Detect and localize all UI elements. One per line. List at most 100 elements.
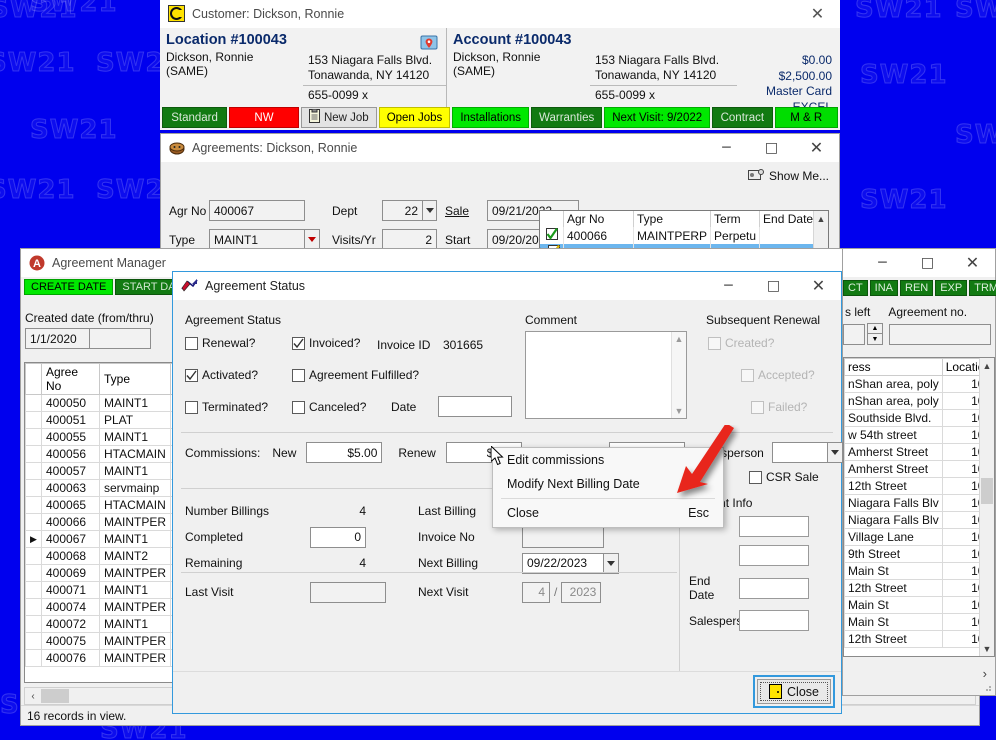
spinner-up-icon[interactable]: ▲ xyxy=(867,323,883,334)
next-billing-dropdown-arrow[interactable] xyxy=(604,552,619,574)
new-job-button[interactable]: New Job xyxy=(300,107,377,128)
completed-input[interactable]: 0 xyxy=(310,526,366,548)
agreements-close-button[interactable]: ✕ xyxy=(794,134,839,161)
spinner-down-icon[interactable]: ▼ xyxy=(867,334,883,345)
tab-warranties[interactable]: Warranties xyxy=(531,107,603,128)
visits-per-year-input[interactable]: 2 xyxy=(382,229,437,250)
activated-checkbox-row[interactable]: Activated? xyxy=(185,368,258,382)
table-row[interactable]: Niagara Falls Blv100 xyxy=(844,511,994,529)
tab-open-jobs[interactable]: Open Jobs xyxy=(378,107,451,128)
canceled-checkbox[interactable] xyxy=(292,400,305,414)
table-row[interactable]: w 54th street100 xyxy=(844,426,994,444)
table-row[interactable]: 12th Street100 xyxy=(844,630,994,648)
show-me-button[interactable]: Show Me... xyxy=(747,168,829,184)
type-dropdown-arrow[interactable] xyxy=(305,229,320,250)
terminated-checkbox[interactable] xyxy=(185,400,198,414)
renewal-checkbox-row[interactable]: Renewal? xyxy=(185,336,255,350)
table-row[interactable]: 12th Street100 xyxy=(844,579,994,597)
table-row[interactable]: Southside Blvd.100 xyxy=(844,409,994,427)
salesperson-input[interactable] xyxy=(771,442,828,463)
type-input[interactable]: MAINT1 xyxy=(209,229,305,250)
tab-next-visit[interactable]: Next Visit: 9/2022 xyxy=(604,107,711,128)
scroll-up-icon[interactable]: ▲ xyxy=(980,358,994,373)
scroll-thumb[interactable] xyxy=(981,478,993,504)
dept-dropdown-arrow[interactable] xyxy=(423,200,437,221)
table-row[interactable]: Village Lane100 xyxy=(844,528,994,546)
agreement-info-field-2[interactable] xyxy=(739,545,809,566)
created-date-from-input[interactable]: 1/1/2020 xyxy=(25,328,90,349)
table-row[interactable]: 9th Street100 xyxy=(844,545,994,563)
scroll-left-icon[interactable]: ‹ xyxy=(25,691,41,702)
date-input[interactable] xyxy=(438,396,512,417)
agreement-info-field-1[interactable] xyxy=(739,516,809,537)
invoiced-checkbox-row[interactable]: Invoiced? xyxy=(292,336,360,350)
scroll-up-icon[interactable]: ▲ xyxy=(675,334,684,344)
created-date-thru-input[interactable] xyxy=(89,328,151,349)
scroll-right-icon[interactable]: › xyxy=(983,666,987,681)
menu-item-edit-commissions[interactable]: Edit commissions xyxy=(493,448,723,472)
agreement-list-grid[interactable]: ress Location nShan area, poly100nShan a… xyxy=(843,357,995,657)
tab-exp[interactable]: EXP xyxy=(935,280,968,296)
table-row[interactable]: Main St100 xyxy=(844,613,994,631)
table-row[interactable]: Amherst Street100 xyxy=(844,443,994,461)
agreement-list-scrollbar[interactable]: ▲ ▼ xyxy=(979,358,994,656)
agreement-list-titlebar[interactable]: ─ □ ✕ xyxy=(843,249,995,277)
customer-tab-row[interactable]: Standard NW New Job Open Jobs Installati… xyxy=(160,107,840,128)
tab-installations[interactable]: Installations xyxy=(452,107,530,128)
agreement-list-close-button[interactable]: ✕ xyxy=(950,249,995,276)
new-commission-input[interactable]: $5.00 xyxy=(306,442,383,463)
agreement-no-input[interactable] xyxy=(889,323,991,345)
table-row[interactable]: Main St100 xyxy=(844,562,994,580)
scroll-up-icon[interactable]: ▲ xyxy=(814,211,828,226)
agreements-minimize-button[interactable]: ─ xyxy=(704,134,749,161)
info-end-date-input[interactable] xyxy=(739,577,809,599)
tab-ren[interactable]: REN xyxy=(900,280,934,296)
table-row[interactable]: Amherst Street100 xyxy=(844,460,994,478)
salesperson-dropdown-arrow[interactable] xyxy=(827,442,843,463)
scroll-down-icon[interactable]: ▼ xyxy=(980,641,994,656)
activated-checkbox[interactable] xyxy=(185,368,198,382)
table-row[interactable]: Niagara Falls Blv100 xyxy=(844,494,994,512)
tab-standard[interactable]: Standard xyxy=(162,107,228,128)
customer-close-button[interactable]: ✕ xyxy=(795,0,840,27)
tab-trm[interactable]: TRM xyxy=(969,280,996,296)
terminated-checkbox-row[interactable]: Terminated? xyxy=(185,400,268,414)
table-row[interactable]: nShan area, poly100 xyxy=(844,392,994,410)
context-menu[interactable]: Edit commissions Modify Next Billing Dat… xyxy=(492,447,724,528)
info-salesperson-input[interactable] xyxy=(739,610,809,631)
table-row[interactable]: 12th Street100 xyxy=(844,477,994,495)
csr-sale-checkbox[interactable] xyxy=(749,470,762,484)
tab-contract[interactable]: Contract xyxy=(712,107,773,128)
next-visit-month-input[interactable]: 4 xyxy=(522,581,550,603)
agreement-fulfilled-checkbox-row[interactable]: Agreement Fulfilled? xyxy=(292,368,419,382)
table-row[interactable]: Main St100 xyxy=(844,596,994,614)
close-button[interactable]: Close xyxy=(753,675,835,708)
agreement-list-minimize-button[interactable]: ─ xyxy=(860,249,905,276)
agreement-status-close-button[interactable]: ✕ xyxy=(796,272,841,299)
resize-grip-icon[interactable] xyxy=(981,681,993,693)
agreement-fulfilled-checkbox[interactable] xyxy=(292,368,305,382)
csr-sale-checkbox-row[interactable]: CSR Sale xyxy=(749,470,819,484)
tab-ina[interactable]: INA xyxy=(869,280,899,296)
customer-window[interactable]: Customer: Dickson, Ronnie ✕ Location #10… xyxy=(160,0,840,130)
tab-nw[interactable]: NW xyxy=(229,107,299,128)
invoice-no-input[interactable] xyxy=(522,526,604,548)
customer-window-titlebar[interactable]: Customer: Dickson, Ronnie ✕ xyxy=(160,0,840,28)
agreement-status-titlebar[interactable]: Agreement Status ─ □ ✕ xyxy=(173,272,841,300)
renewal-checkbox[interactable] xyxy=(185,336,198,350)
table-row[interactable]: 400066 MAINTPERP Perpetu xyxy=(540,227,828,244)
agreement-status-maximize-button[interactable]: □ xyxy=(751,272,796,299)
comment-scrollbar[interactable]: ▲ ▼ xyxy=(671,332,686,418)
agreements-window-titlebar[interactable]: Agreements: Dickson, Ronnie ─ □ ✕ xyxy=(161,134,839,162)
next-billing-input[interactable]: 09/22/2023 xyxy=(522,552,604,574)
comment-textarea[interactable]: ▲ ▼ xyxy=(525,331,687,419)
next-visit-year-input[interactable]: 2023 xyxy=(561,581,602,603)
tab-ct[interactable]: CT xyxy=(843,280,868,296)
menu-item-close[interactable]: Close Esc xyxy=(493,501,723,525)
dept-input[interactable]: 22 xyxy=(382,200,423,221)
months-left-spinner[interactable]: ▲ ▼ xyxy=(867,323,883,345)
agreement-list-maximize-button[interactable]: □ xyxy=(905,249,950,276)
agreement-list-window[interactable]: ─ □ ✕ CTINARENEXPTRMCAN s left Agreement… xyxy=(842,248,996,696)
scroll-down-icon[interactable]: ▼ xyxy=(675,406,684,416)
tab-m-and-r[interactable]: M & R xyxy=(774,107,838,128)
